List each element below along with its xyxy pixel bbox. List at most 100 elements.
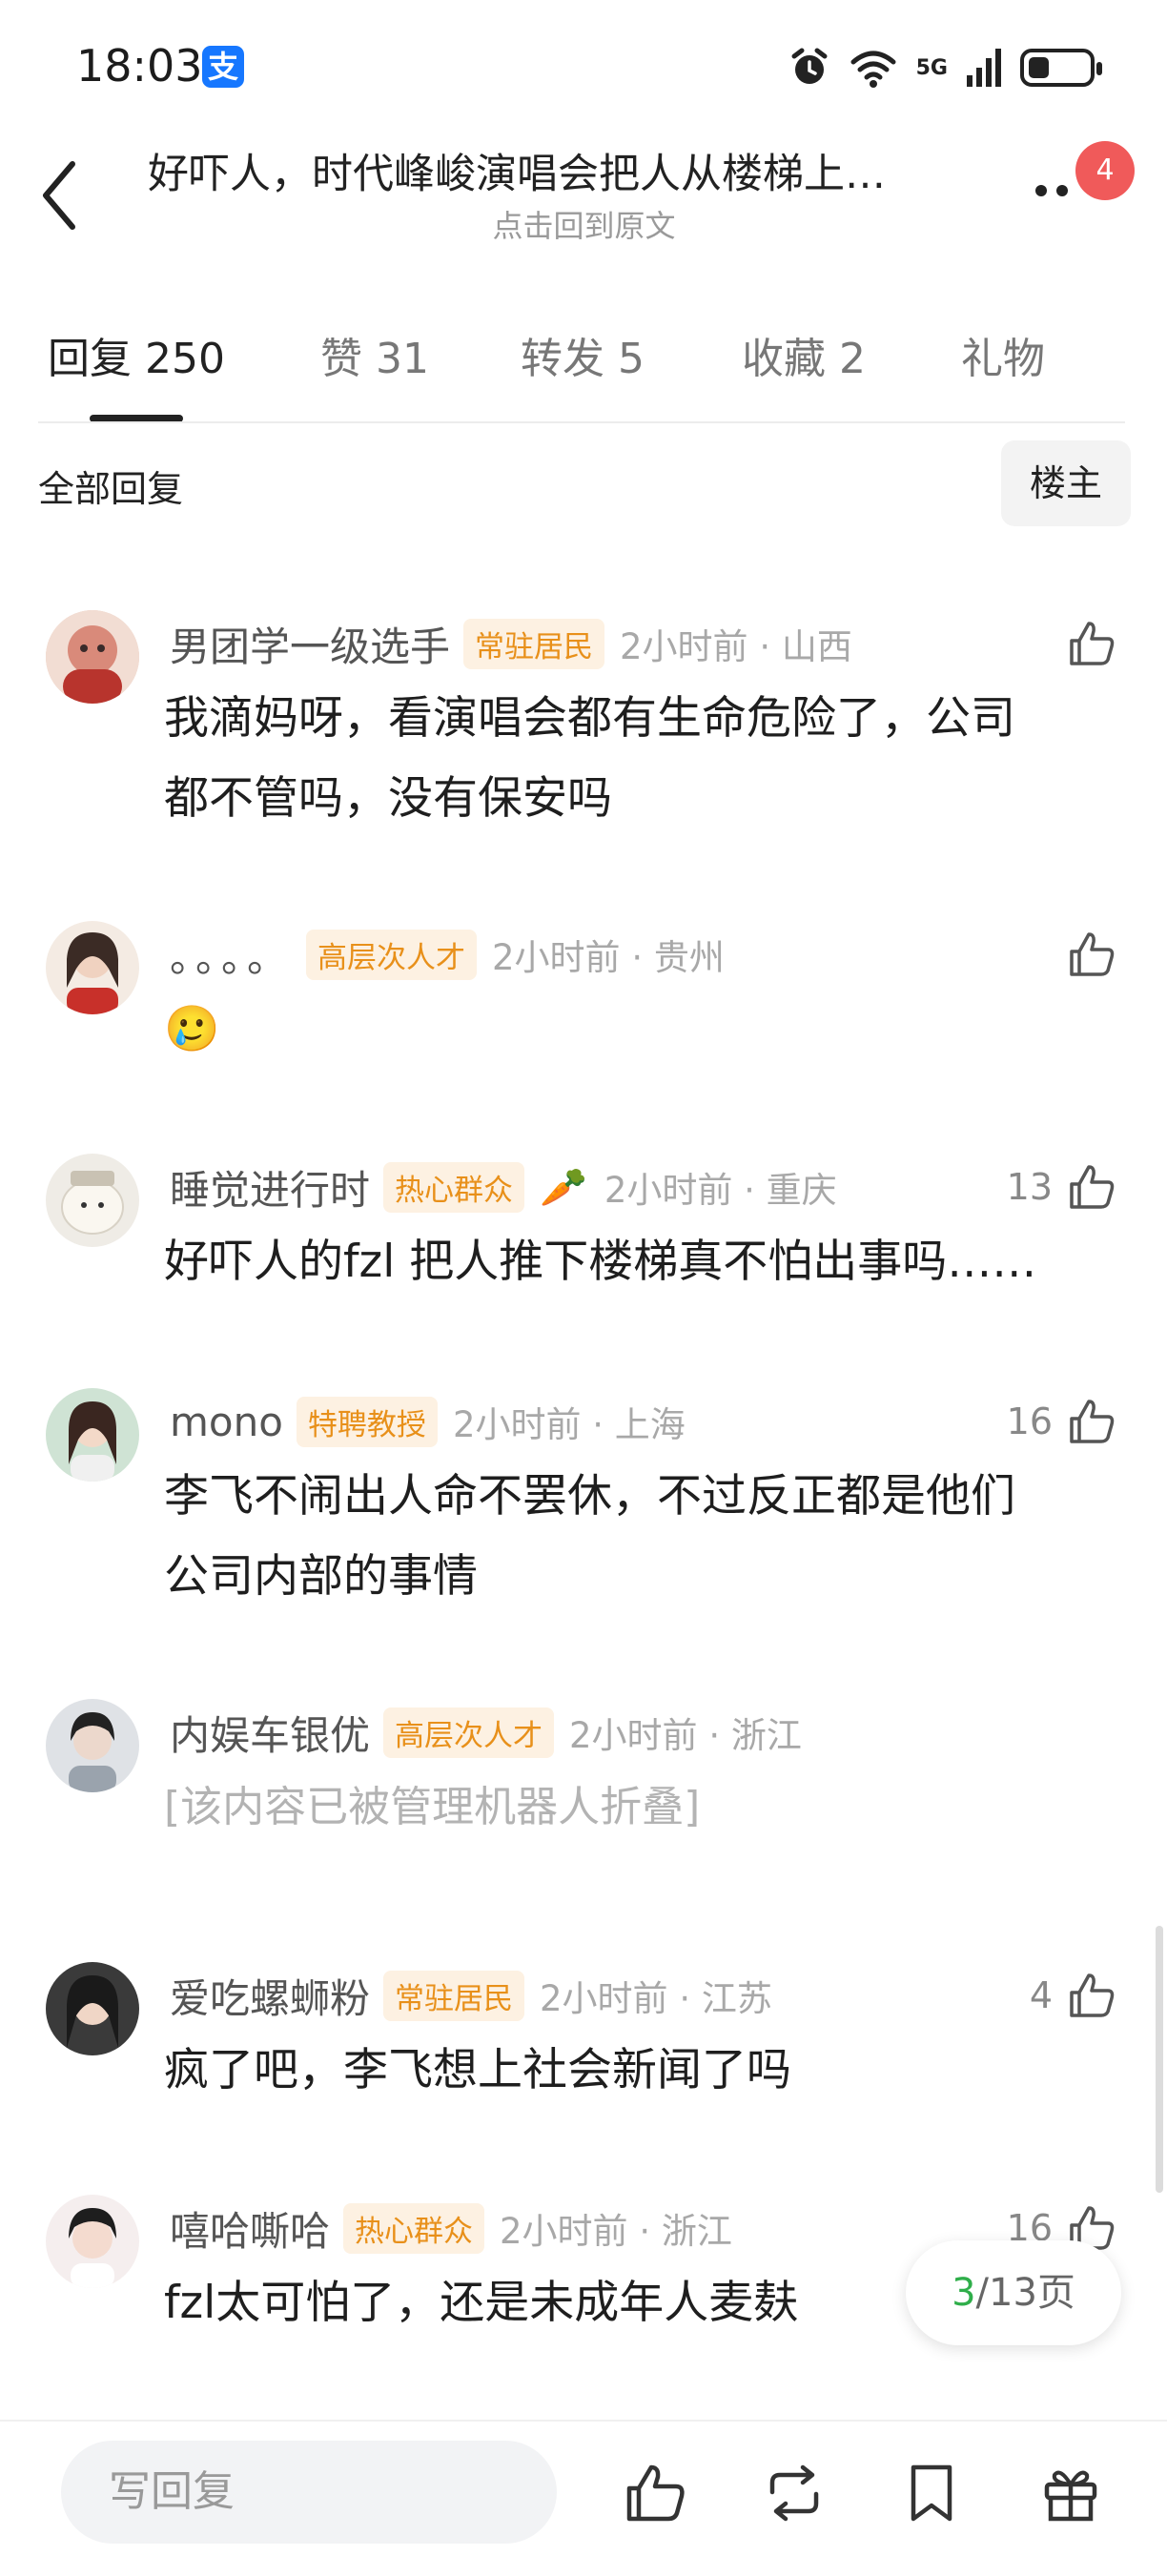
status-bar: 18:03 支 5G	[0, 0, 1167, 133]
user-tag: 热心群众	[383, 1161, 525, 1213]
carrot-icon: 🥕	[540, 1165, 587, 1210]
avatar-image	[46, 1962, 139, 2055]
tab-count: 2	[839, 335, 866, 383]
user-tag: 高层次人才	[383, 1707, 555, 1758]
comment-emoji: 🥲	[164, 1003, 220, 1055]
alipay-icon: 支	[202, 46, 244, 88]
comment-text-folded[interactable]: [该内容已被管理机器人折叠]	[164, 1768, 1117, 1848]
tab-favorites[interactable]: 收藏 2	[742, 324, 866, 385]
bookmark-icon[interactable]	[898, 2460, 965, 2526]
thumbs-up-icon	[1070, 1400, 1115, 1443]
username[interactable]: mono	[170, 1399, 283, 1445]
username[interactable]: 内娱车银优	[170, 1704, 370, 1762]
avatar[interactable]	[46, 1154, 139, 1247]
comment-line: 我滴妈呀，看演唱会都有生命危险了，公司	[164, 692, 1015, 745]
username[interactable]: 。。。。	[170, 926, 293, 984]
user-tag: 常驻居民	[463, 618, 605, 669]
network-type: 5G	[915, 55, 948, 80]
like-count: 13	[1006, 1166, 1053, 1208]
tab-label: 礼物	[961, 335, 1045, 383]
comment-meta: 男团学一级选手 常驻居民 2小时前 · 山西	[170, 610, 852, 677]
thumbs-up-icon	[1070, 622, 1115, 665]
scrollbar[interactable]	[1156, 1926, 1163, 2193]
wifi-icon	[850, 51, 896, 88]
filter-all-replies[interactable]: 全部回复	[38, 460, 183, 512]
avatar[interactable]	[46, 921, 139, 1014]
comment-text: 我滴妈呀，看演唱会都有生命危险了，公司 都不管吗，没有保安吗	[164, 679, 1117, 839]
like-count: 16	[1006, 1400, 1053, 1442]
comment-line: 都不管吗，没有保安吗	[164, 772, 612, 825]
comment-line: 李飞不闹出人命不罢休，不过反正都是他们	[164, 1470, 1015, 1523]
tab-label: 回复	[48, 335, 132, 383]
avatar[interactable]	[46, 2195, 139, 2288]
tab-replies[interactable]: 回复 250	[48, 324, 225, 385]
back-arrow-icon[interactable]	[29, 153, 95, 238]
bottom-action-bar: 写回复	[0, 2420, 1167, 2576]
tab-label: 赞	[320, 335, 362, 383]
back-to-original-link[interactable]: 点击回到原文	[148, 202, 1020, 246]
divider	[38, 421, 1125, 423]
tab-count: 250	[145, 335, 225, 383]
avatar-image	[46, 921, 139, 1014]
reply-input[interactable]: 写回复	[61, 2441, 557, 2544]
avatar-image	[46, 1154, 139, 1247]
comment-time: 2小时前 · 山西	[620, 626, 852, 667]
avatar[interactable]	[46, 610, 139, 704]
like-button[interactable]	[1066, 610, 1117, 677]
username[interactable]: 爱吃螺蛳粉	[170, 1967, 370, 2025]
owner-only-button[interactable]: 楼主	[1001, 440, 1131, 526]
like-count: 4	[1029, 1974, 1053, 2016]
page-indicator[interactable]: 3/13页	[906, 2240, 1121, 2345]
notification-badge: 4	[1075, 141, 1135, 200]
gift-icon[interactable]	[1037, 2460, 1104, 2526]
avatar-image	[46, 2195, 139, 2288]
avatar-image	[46, 610, 139, 704]
status-time: 18:03	[76, 40, 203, 92]
avatar-image	[46, 1699, 139, 1792]
repost-icon[interactable]	[761, 2460, 828, 2526]
comment-line: 公司内部的事情	[164, 1550, 478, 1603]
battery-icon	[1020, 49, 1102, 87]
username[interactable]: 睡觉进行时	[170, 1158, 370, 1216]
thumbs-up-icon	[1070, 1973, 1115, 2017]
tab-likes[interactable]: 赞 31	[320, 324, 429, 385]
comment-time: 2小时前 · 重庆	[604, 1170, 837, 1211]
comment-text: 李飞不闹出人命不罢休，不过反正都是他们 公司内部的事情	[164, 1457, 1117, 1617]
avatar[interactable]	[46, 1699, 139, 1792]
comment-time: 2小时前 · 贵州	[492, 937, 725, 978]
avatar-image	[46, 1388, 139, 1482]
comment-line: 好吓人的fzl 把人推下楼梯真不怕出事吗……	[164, 1236, 1037, 1288]
tab-label: 收藏	[742, 335, 826, 383]
current-page: 3	[952, 2271, 976, 2315]
like-button[interactable]: 16	[1007, 1388, 1117, 1455]
total-pages: /13页	[975, 2271, 1075, 2315]
comment-meta: 睡觉进行时 热心群众 🥕 2小时前 · 重庆	[170, 1154, 837, 1220]
thumbs-up-icon	[1070, 932, 1115, 976]
user-tag: 常驻居民	[383, 1970, 525, 2021]
comment-text: 好吓人的fzl 把人推下楼梯真不怕出事吗……	[164, 1222, 1117, 1302]
user-tag: 特聘教授	[296, 1396, 438, 1447]
like-post-icon[interactable]	[622, 2460, 688, 2526]
post-title[interactable]: 好吓人，时代峰峻演唱会把人从楼梯上…	[148, 141, 977, 200]
username[interactable]: 男团学一级选手	[170, 615, 450, 673]
like-button[interactable]: 4	[1030, 1962, 1117, 2029]
comment-meta: mono 特聘教授 2小时前 · 上海	[170, 1388, 686, 1455]
comment-text: 疯了吧，李飞想上社会新闻了吗	[164, 2031, 1117, 2111]
avatar[interactable]	[46, 1962, 139, 2055]
tab-gifts[interactable]: 礼物	[961, 324, 1045, 385]
comment-time: 2小时前 · 浙江	[500, 2211, 732, 2252]
username[interactable]: 嘻哈嘶哈	[170, 2199, 330, 2258]
tab-bar: 回复 250 赞 31 转发 5 收藏 2 礼物	[0, 315, 1167, 419]
alarm-icon	[791, 48, 828, 84]
status-icons: 5G	[788, 44, 1102, 92]
comment-line: 疯了吧，李飞想上社会新闻了吗	[164, 2044, 791, 2096]
battery-level	[1029, 57, 1049, 78]
avatar[interactable]	[46, 1388, 139, 1482]
comment-meta: 。。。。 高层次人才 2小时前 · 贵州	[170, 921, 725, 988]
tab-reposts[interactable]: 转发 5	[521, 324, 645, 385]
tab-count: 5	[618, 335, 645, 383]
like-button[interactable]	[1066, 921, 1117, 988]
comment-text: 🥲	[164, 990, 1117, 1070]
like-button[interactable]: 13	[1007, 1154, 1117, 1220]
comment-time: 2小时前 · 上海	[452, 1404, 686, 1445]
